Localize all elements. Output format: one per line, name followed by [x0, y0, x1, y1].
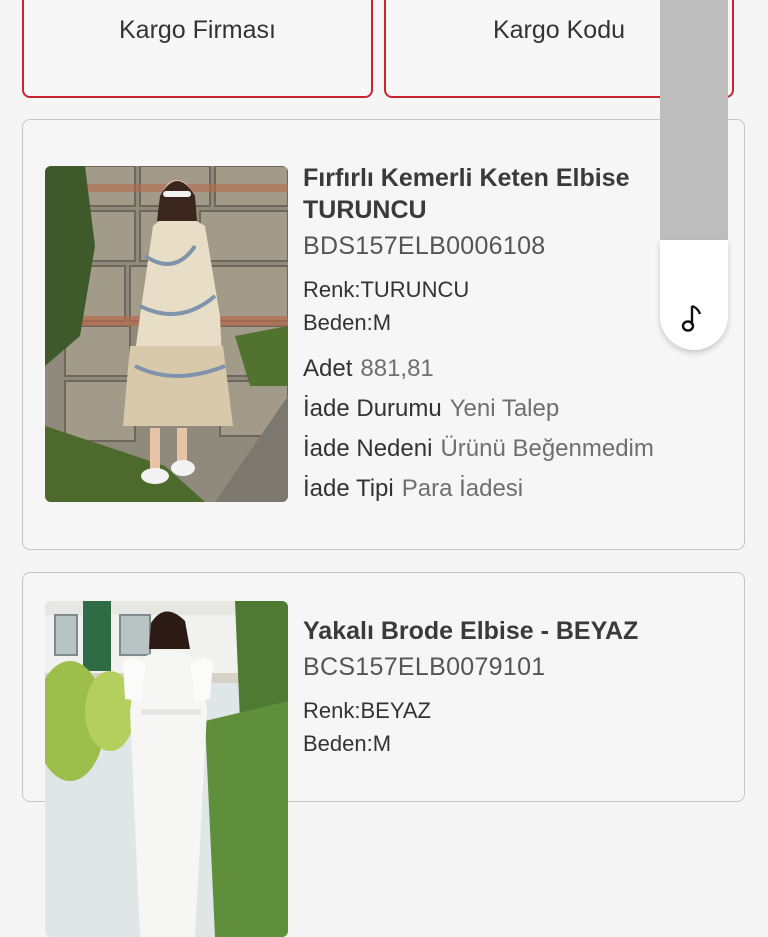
- product-sku: BCS157ELB0079101: [303, 653, 546, 681]
- floating-media-handle[interactable]: [660, 0, 728, 350]
- product-image: [45, 166, 288, 502]
- return-type-value: Para İadesi: [401, 475, 524, 502]
- quantity-label: Adet: [303, 355, 353, 382]
- return-status-row: İade Durumu Yeni Talep: [303, 389, 734, 429]
- return-status-label: İade Durumu: [303, 395, 442, 422]
- return-reason-row: İade Nedeni Ürünü Beğenmedim: [303, 429, 734, 469]
- quantity-row: Adet 881,81: [303, 349, 734, 389]
- overlay-knob[interactable]: [660, 240, 728, 350]
- return-type-row: İade Tipi Para İadesi: [303, 469, 734, 509]
- product-name-line-1: Yakalı Brode Elbise - BEYAZ: [303, 617, 639, 645]
- overlay-bar[interactable]: [660, 0, 728, 270]
- cargo-company-button[interactable]: Kargo Firması: [22, 0, 373, 98]
- return-type-label: İade Tipi: [303, 475, 394, 502]
- music-note-icon[interactable]: [681, 303, 707, 340]
- return-status-value: Yeni Talep: [449, 395, 560, 422]
- quantity-value: 881,81: [360, 355, 434, 382]
- product-image: [45, 601, 288, 937]
- return-reason-label: İade Nedeni: [303, 435, 433, 462]
- return-item-card[interactable]: Fırfırlı Kemerli Keten Elbise TURUNCU BD…: [22, 119, 745, 550]
- return-reason-value: Ürünü Beğenmedim: [440, 435, 654, 462]
- product-color: Renk:BEYAZ: [303, 698, 431, 723]
- product-size: Beden:M: [303, 731, 392, 756]
- cargo-company-label: Kargo Firması: [119, 16, 276, 44]
